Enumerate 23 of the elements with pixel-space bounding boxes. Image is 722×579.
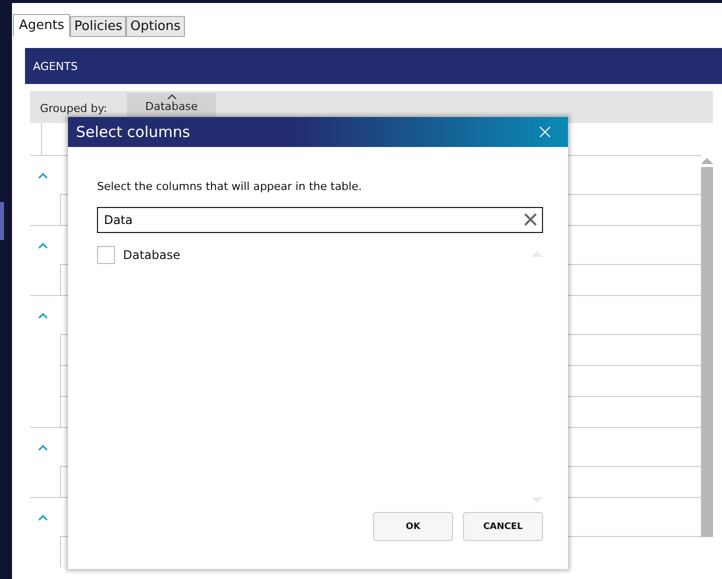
tab[interactable]: Policies bbox=[70, 16, 126, 37]
tab[interactable]: Agents bbox=[13, 14, 70, 37]
scroll-up-icon[interactable] bbox=[701, 157, 713, 165]
collapse-icon[interactable] bbox=[38, 242, 48, 248]
group-column: Database bbox=[145, 101, 198, 113]
panel-title: AGENTS bbox=[33, 60, 78, 72]
grouped-by-label: Grouped by: bbox=[40, 102, 108, 115]
dialog-title: Select columns bbox=[76, 123, 190, 141]
dialog-button[interactable]: CANCEL bbox=[463, 512, 543, 541]
checkbox[interactable] bbox=[97, 246, 115, 264]
close-icon[interactable] bbox=[539, 126, 551, 138]
sort-icon bbox=[166, 94, 176, 100]
tab[interactable]: Options bbox=[126, 16, 185, 37]
dialog-button[interactable]: OK bbox=[373, 512, 453, 541]
collapse-icon[interactable] bbox=[38, 514, 48, 520]
clear-icon[interactable] bbox=[524, 213, 537, 226]
instruction-text: Select the columns that will appear in the table. bbox=[97, 180, 363, 193]
collapse-icon[interactable] bbox=[38, 312, 48, 318]
search-field[interactable]: Data bbox=[97, 207, 543, 233]
column-label: Database bbox=[123, 248, 180, 262]
scrollbar-thumb[interactable] bbox=[701, 167, 713, 537]
collapse-icon[interactable] bbox=[38, 172, 48, 178]
collapse-icon[interactable] bbox=[38, 444, 48, 450]
